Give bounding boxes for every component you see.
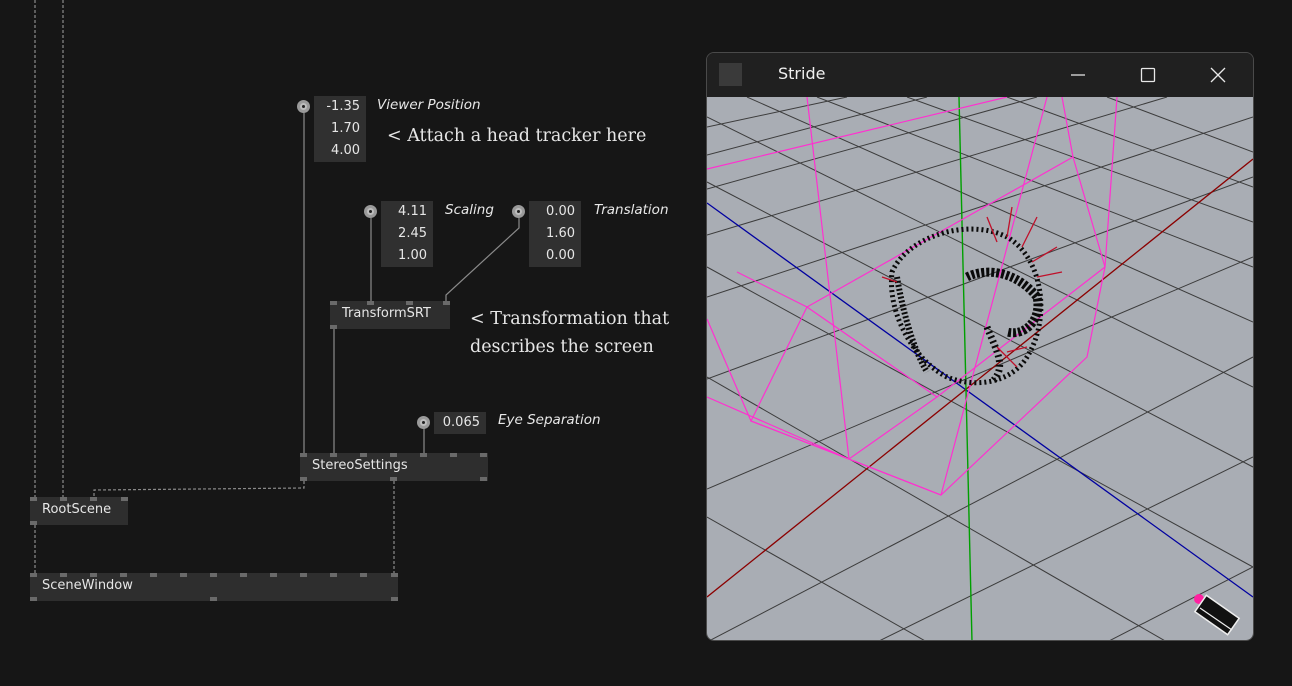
eye-separation-value[interactable]: 0.065 [434,412,480,434]
stereo-settings-node[interactable]: StereoSettings [300,453,488,481]
scene-window-node[interactable]: SceneWindow [30,573,398,601]
translation-label: Translation [594,202,669,218]
minimize-icon [1071,74,1085,76]
scene-render [707,97,1253,640]
maximize-button[interactable] [1113,53,1183,97]
translation-x[interactable]: 0.00 [529,201,575,223]
eye-separation-iobox[interactable]: 0.065 [434,412,486,434]
wire-stereo-to-rootscene[interactable] [93,481,305,497]
viewer-position-iobox[interactable]: -1.35 1.70 4.00 [314,96,366,162]
scene-window-title: SceneWindow [42,578,133,593]
viewer-position-y[interactable]: 1.70 [314,118,360,140]
scaling-pin-icon[interactable] [364,205,377,218]
app-icon [719,63,742,86]
viewer-position-label: Viewer Position [377,97,481,113]
close-button[interactable] [1183,53,1253,97]
eye-separation-label: Eye Separation [498,412,601,428]
comment-transformation-line2: describes the screen [470,337,654,357]
scaling-z[interactable]: 1.00 [381,245,427,267]
eye-separation-pin-icon[interactable] [417,416,430,429]
window-title: Stride [778,64,826,83]
scaling-iobox[interactable]: 4.11 2.45 1.00 [381,201,433,267]
axis-y [958,97,973,640]
translation-pin-icon[interactable] [512,205,525,218]
root-scene-title: RootScene [42,502,112,517]
comment-transformation-line1: < Transformation that [470,309,670,329]
viewer-position-z[interactable]: 4.00 [314,140,360,162]
ground-grid [707,97,1253,640]
scaling-label: Scaling [445,202,494,218]
scaling-x[interactable]: 4.11 [381,201,427,223]
scaling-y[interactable]: 2.45 [381,223,427,245]
stereo-frustum [707,97,1118,496]
close-icon [1210,67,1226,83]
maximize-icon [1140,67,1156,83]
viewer-position-pin-icon[interactable] [297,100,310,113]
translation-z[interactable]: 0.00 [529,245,575,267]
translation-iobox[interactable]: 0.00 1.60 0.00 [529,201,581,267]
viewer-position-x[interactable]: -1.35 [314,96,360,118]
camera-gizmo-icon [1193,594,1241,636]
point-cloud [881,206,1063,386]
stereo-settings-title: StereoSettings [312,458,408,473]
translation-y[interactable]: 1.60 [529,223,575,245]
window-titlebar[interactable]: Stride [707,53,1253,97]
transform-srt-title: TransformSRT [342,306,431,321]
wire-translation[interactable] [445,218,520,301]
comment-head-tracker: < Attach a head tracker here [387,126,647,146]
minimize-button[interactable] [1043,53,1113,97]
transform-srt-node[interactable]: TransformSRT [330,301,450,329]
stride-window[interactable]: Stride [706,52,1254,641]
scene-viewport[interactable] [707,97,1253,640]
root-scene-node[interactable]: RootScene [30,497,128,525]
